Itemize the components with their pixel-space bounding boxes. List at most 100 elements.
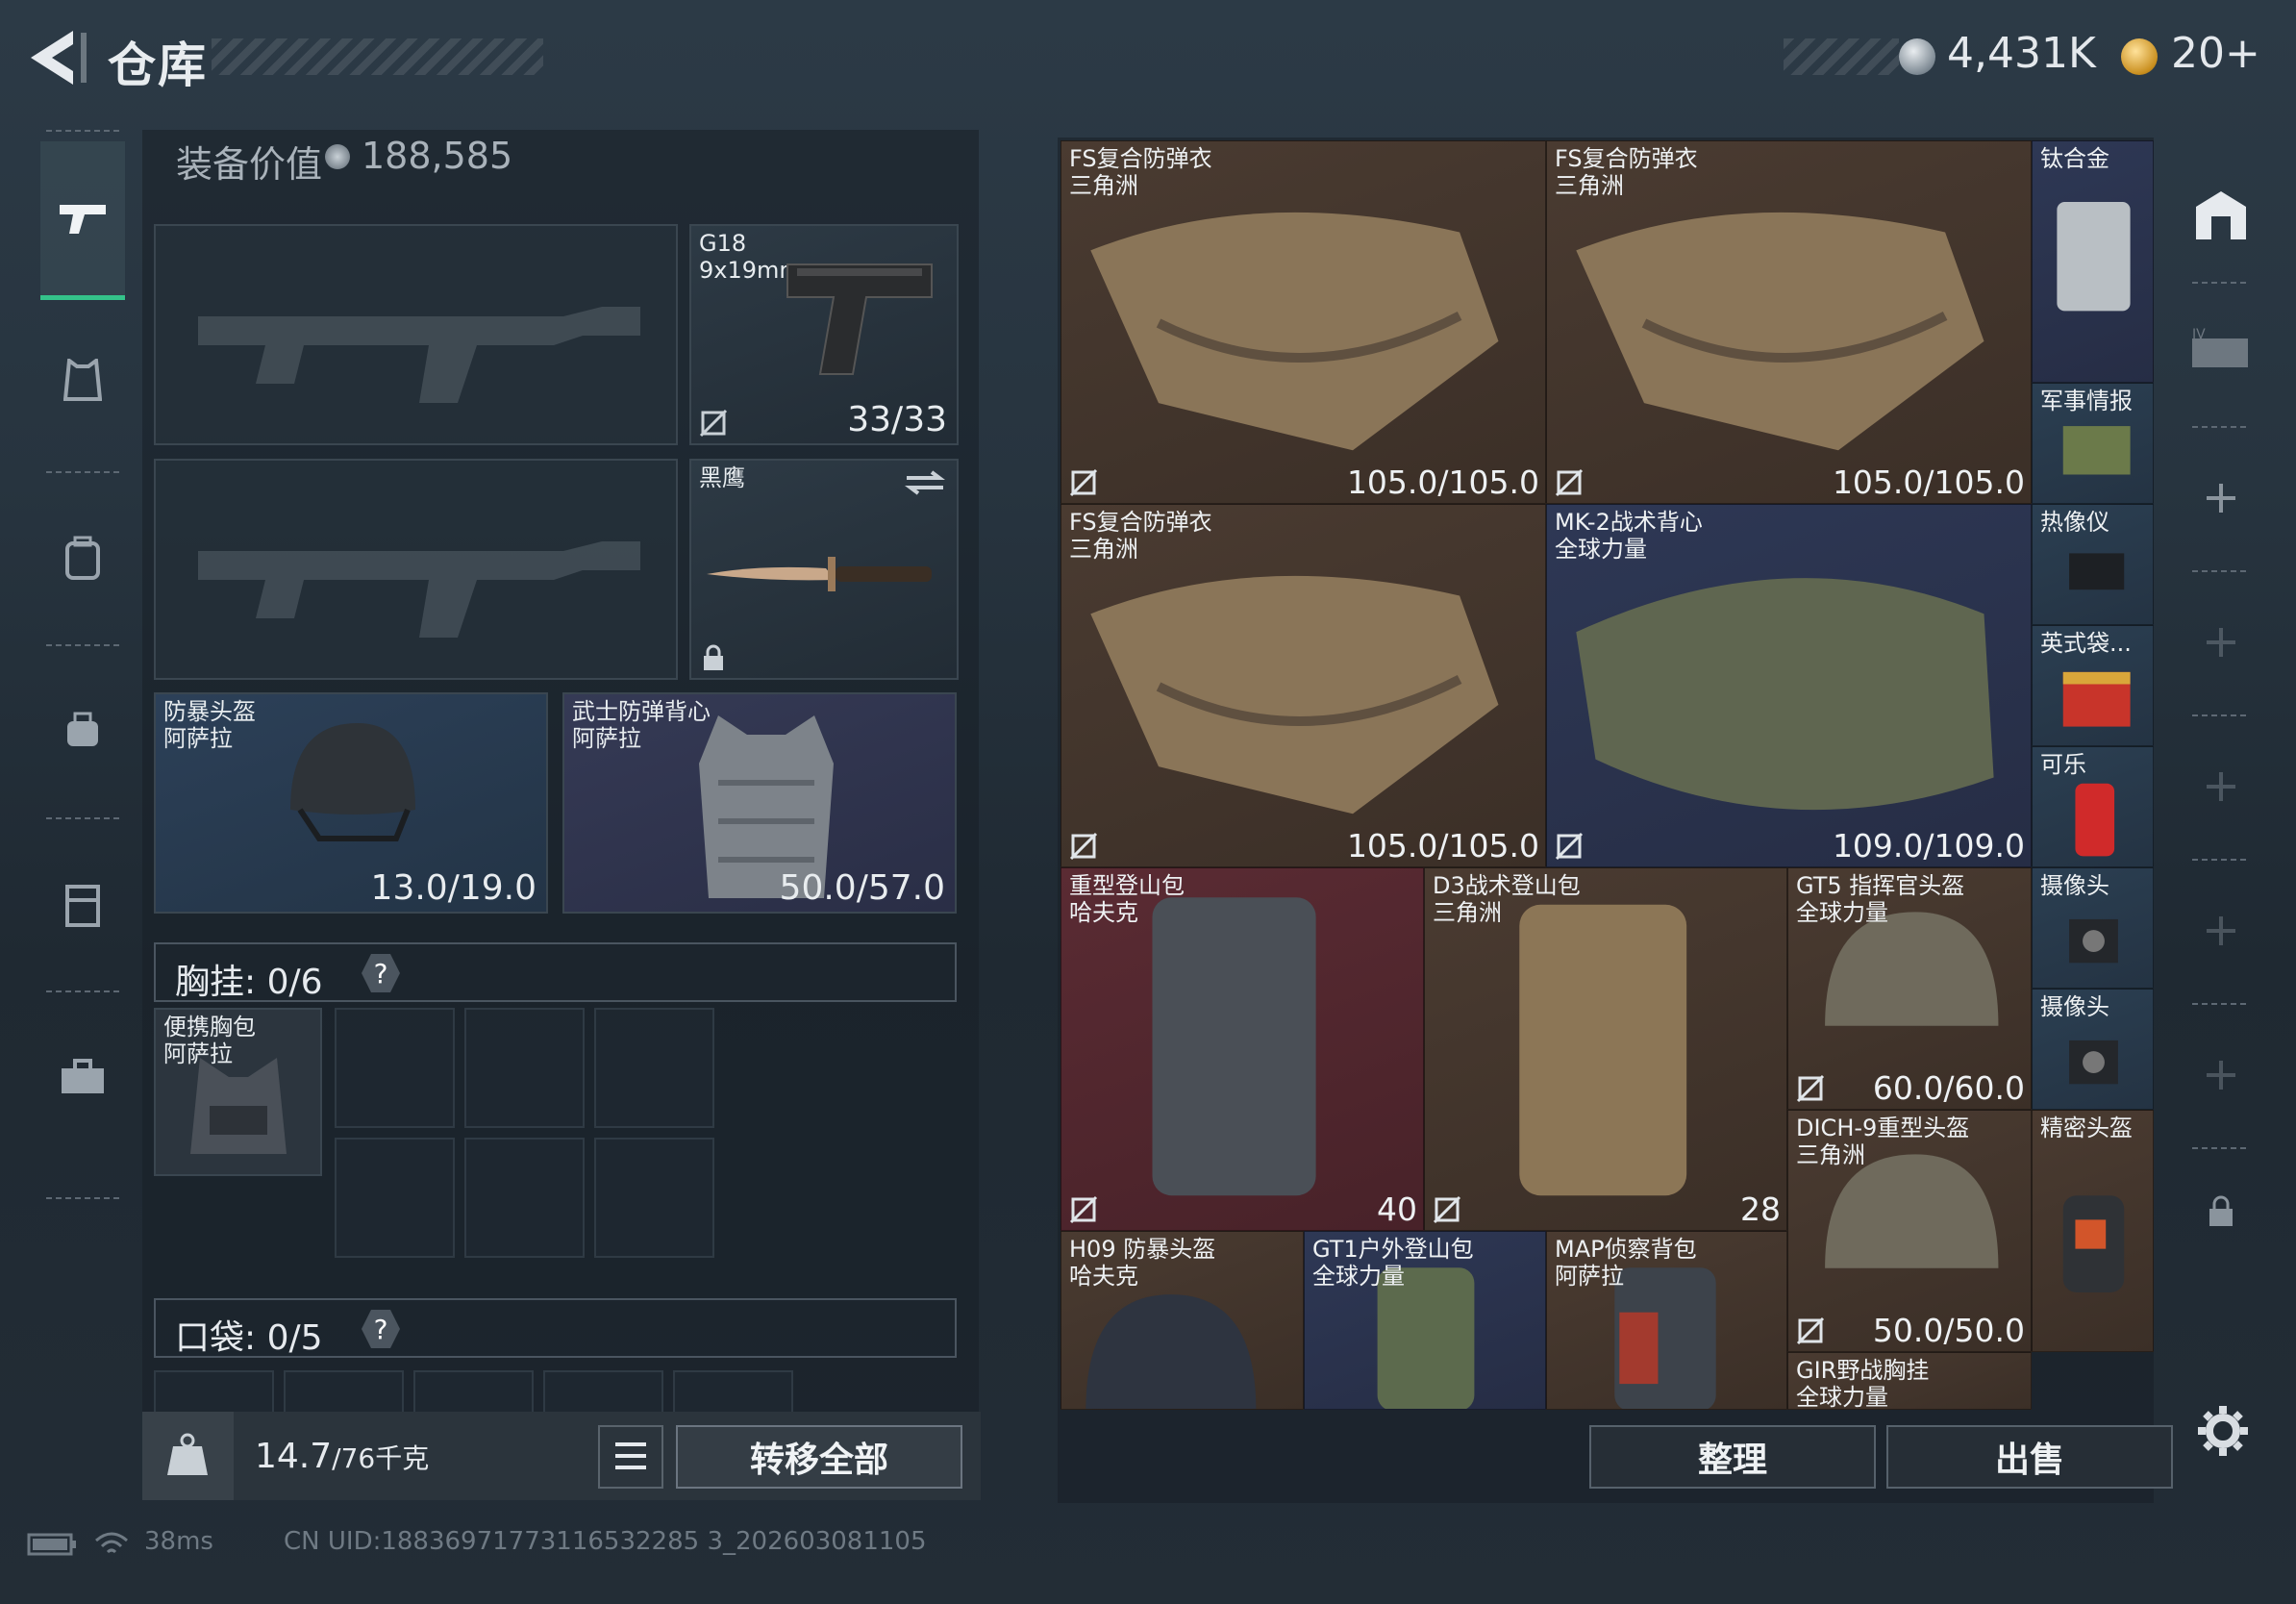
storage-tab-2-icon[interactable]: IV <box>2186 325 2254 377</box>
settings-gear-icon[interactable] <box>2194 1402 2252 1460</box>
ping-text: 38ms <box>144 1527 213 1556</box>
armor-slot[interactable]: 武士防弹背心 阿萨拉 50.0/57.0 <box>562 692 957 914</box>
sell-button[interactable]: 出售 <box>1886 1425 2173 1489</box>
storage-item[interactable]: GT1户外登山包 全球力量 <box>1304 1231 1546 1410</box>
helmet-name: 防暴头盔 <box>163 698 256 725</box>
swap-icon[interactable] <box>903 468 947 497</box>
storage-item[interactable]: DICH-9重型头盔 三角洲 50.0/50.0 <box>1787 1110 2032 1352</box>
item-value: 105.0/105.0 <box>1832 464 2025 501</box>
pistol-icon <box>60 205 106 234</box>
pistol-image <box>786 263 933 375</box>
chest-slot-5[interactable] <box>464 1138 585 1258</box>
storage-item[interactable]: 英式袋... <box>2032 625 2154 746</box>
melee-slot[interactable]: 黑鹰 <box>689 459 959 680</box>
no-insure-icon <box>1433 1195 1461 1224</box>
storage-item[interactable]: FS复合防弹衣 三角洲 105.0/105.0 <box>1061 140 1546 504</box>
helmet-origin: 阿萨拉 <box>163 725 233 752</box>
sort-button[interactable]: 整理 <box>1589 1425 1876 1489</box>
currency-silver[interactable]: 4,431K <box>1947 29 2096 78</box>
value-coin-icon <box>325 144 350 169</box>
storage-item[interactable]: MK-2战术背心 全球力量 109.0/109.0 <box>1546 504 2032 867</box>
storage-item[interactable]: 摄像头 <box>2032 867 2154 989</box>
chest-rig-header: 胸挂: 0/6 ? <box>154 942 957 1002</box>
item-value: 60.0/60.0 <box>1872 1069 2025 1107</box>
chest-slot-1[interactable] <box>335 1008 455 1128</box>
knife-image <box>707 557 932 591</box>
help-icon[interactable]: ? <box>362 954 400 992</box>
item-origin: 全球力量 <box>1312 1263 1405 1290</box>
weight-max: /76千克 <box>332 1442 430 1474</box>
item-label: DICH-9重型头盔 三角洲 <box>1796 1115 1969 1168</box>
storage-item[interactable]: 摄像头 <box>2032 989 2154 1110</box>
chest-slot-3[interactable] <box>594 1008 714 1128</box>
helmet-slot[interactable]: 防暴头盔 阿萨拉 13.0/19.0 <box>154 692 548 914</box>
item-name: 可乐 <box>2040 751 2086 778</box>
item-label: FS复合防弹衣 三角洲 <box>1069 509 1212 563</box>
item-label: D3战术登山包 三角洲 <box>1433 872 1581 926</box>
storage-item[interactable]: FS复合防弹衣 三角洲 105.0/105.0 <box>1546 140 2032 504</box>
primary-weapon-slot[interactable] <box>154 224 678 445</box>
item-origin: 三角洲 <box>1555 172 1624 199</box>
chest-rig-slot[interactable]: 便携胸包 阿萨拉 <box>154 1008 322 1176</box>
warehouse-icon[interactable] <box>2190 186 2252 243</box>
chest-slot-4[interactable] <box>335 1138 455 1258</box>
item-name: FS复合防弹衣 <box>1069 145 1212 172</box>
help-icon[interactable]: ? <box>362 1310 400 1348</box>
pocket-slot-5[interactable] <box>673 1370 793 1414</box>
rail-backpack[interactable] <box>40 481 125 635</box>
pocket-label: 口袋: 0/5 <box>175 1318 323 1358</box>
rail-weapon[interactable] <box>40 141 125 300</box>
storage-item[interactable]: 钛合金 <box>2032 140 2154 383</box>
helmet-image <box>290 723 415 841</box>
pistol-slot[interactable]: G18 9x19mm 33/33 <box>689 224 959 445</box>
chest-slot-2[interactable] <box>464 1008 585 1128</box>
storage-item[interactable]: 重型登山包 哈夫克 40 <box>1061 867 1424 1231</box>
transfer-all-button[interactable]: 转移全部 <box>676 1425 962 1489</box>
currency-decoration <box>1784 38 1899 75</box>
storage-item[interactable]: H09 防暴头盔 哈夫克 <box>1061 1231 1304 1410</box>
item-name: GT1户外登山包 <box>1312 1236 1474 1263</box>
storage-item[interactable]: 热像仪 <box>2032 504 2154 625</box>
lock-icon <box>2209 1195 2233 1226</box>
add-tab-icon[interactable] <box>2207 1061 2235 1090</box>
storage-item[interactable]: MAP侦察背包 阿萨拉 <box>1546 1231 1787 1410</box>
item-name: GIR野战胸挂 <box>1796 1357 1930 1384</box>
category-rail <box>27 130 137 1207</box>
pocket-slot-1[interactable] <box>154 1370 274 1414</box>
item-label: H09 防暴头盔 哈夫克 <box>1069 1236 1215 1290</box>
storage-item[interactable]: GIR野战胸挂 全球力量 <box>1787 1352 2032 1410</box>
currency-gold[interactable]: 20+ <box>2171 29 2260 78</box>
pocket-slot-3[interactable] <box>413 1370 534 1414</box>
item-label: 热像仪 <box>2040 509 2109 536</box>
secondary-weapon-slot[interactable] <box>154 459 678 680</box>
storage-item[interactable]: 精密头盔 <box>2032 1110 2154 1352</box>
storage-item[interactable]: 军事情报 <box>2032 383 2154 504</box>
add-tab-icon[interactable] <box>2207 628 2235 657</box>
item-name: 军事情报 <box>2040 388 2133 414</box>
weight-lock[interactable] <box>142 1412 234 1500</box>
back-button[interactable] <box>23 27 90 88</box>
add-tab-icon[interactable] <box>2207 772 2235 801</box>
pocket-slot-4[interactable] <box>543 1370 663 1414</box>
storage-item[interactable]: 可乐 <box>2032 746 2154 867</box>
no-insure-icon <box>1555 468 1584 497</box>
pistol-durability: 33/33 <box>847 400 947 439</box>
add-tab-icon[interactable] <box>2207 484 2235 513</box>
pocket-slot-2[interactable] <box>284 1370 404 1414</box>
list-view-button[interactable] <box>598 1425 663 1489</box>
storage-item[interactable]: FS复合防弹衣 三角洲 105.0/105.0 <box>1061 504 1546 867</box>
item-label: 钛合金 <box>2040 145 2109 172</box>
storage-item[interactable]: D3战术登山包 三角洲 28 <box>1424 867 1787 1231</box>
storage-item[interactable]: GT5 指挥官头盔 全球力量 60.0/60.0 <box>1787 867 2032 1110</box>
item-name: 钛合金 <box>2040 145 2109 172</box>
armor-durability: 50.0/57.0 <box>779 868 945 908</box>
add-tab-icon[interactable] <box>2207 916 2235 945</box>
item-value: 28 <box>1740 1190 1781 1228</box>
item-label: 军事情报 <box>2040 388 2133 414</box>
rail-container[interactable] <box>40 827 125 981</box>
rail-pouch[interactable] <box>40 654 125 808</box>
rail-armor[interactable] <box>40 303 125 457</box>
item-label: 可乐 <box>2040 751 2086 778</box>
chest-slot-6[interactable] <box>594 1138 714 1258</box>
rail-toolbox[interactable] <box>40 1000 125 1154</box>
